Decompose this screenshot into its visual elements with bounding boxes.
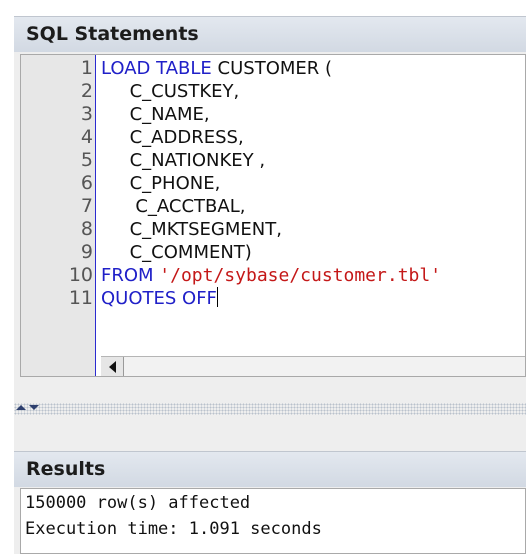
sql-keyword: FROM — [101, 265, 160, 286]
sql-keyword: LOAD TABLE — [101, 58, 218, 79]
sql-identifier: C_NATIONKEY , — [101, 150, 266, 171]
sql-identifier: CUSTOMER ( — [217, 58, 333, 79]
line-number: 3 — [80, 103, 93, 125]
line-number: 5 — [80, 149, 93, 171]
results-output[interactable]: 150000 row(s) affected Execution time: 1… — [20, 488, 526, 554]
sql-identifier: C_COMMENT) — [101, 242, 252, 263]
line-number: 2 — [80, 80, 93, 102]
line-number: 4 — [80, 126, 93, 148]
line-number: 8 — [80, 218, 93, 240]
sql-identifier: C_ACCTBAL, — [101, 196, 246, 217]
code-line: 6 C_PHONE, — [21, 172, 525, 195]
results-header: Results — [14, 451, 526, 487]
sql-identifier: C_ADDRESS, — [101, 127, 244, 148]
line-number: 6 — [80, 172, 93, 194]
line-number: 10 — [68, 264, 93, 286]
sql-editor[interactable]: 1 LOAD TABLE CUSTOMER (2 C_CUSTKEY, 3 C_NA… — [20, 54, 526, 377]
code-line: 10 FROM '/opt/sybase/customer.tbl' — [21, 264, 525, 287]
horizontal-scrollbar[interactable] — [101, 356, 525, 376]
code-line: 4 C_ADDRESS, — [21, 126, 525, 149]
code-line: 3 C_NAME, — [21, 103, 525, 126]
sql-identifier: C_MKTSEGMENT, — [101, 219, 282, 240]
line-number: 11 — [68, 287, 93, 309]
sql-statements-header: SQL Statements — [14, 16, 526, 52]
code-line: 8 C_MKTSEGMENT, — [21, 218, 525, 241]
sql-identifier: C_PHONE, — [101, 173, 221, 194]
query-window: SQL Statements 1 LOAD TABLE CUSTOMER (2 C… — [14, 16, 526, 554]
code-text: C_CUSTKEY, — [101, 80, 240, 103]
code-text: C_COMMENT) — [101, 241, 252, 264]
code-text: C_NAME, — [101, 103, 210, 126]
code-text: FROM '/opt/sybase/customer.tbl' — [101, 264, 441, 287]
sql-identifier: C_CUSTKEY, — [101, 81, 240, 102]
line-number: 1 — [80, 57, 93, 79]
arrow-left-icon — [108, 360, 116, 373]
expand-down-icon[interactable] — [29, 405, 39, 410]
expand-up-icon[interactable] — [16, 405, 26, 410]
code-text: C_ADDRESS, — [101, 126, 244, 149]
code-text: C_ACCTBAL, — [101, 195, 245, 218]
code-line: 2 C_CUSTKEY, — [21, 80, 525, 103]
sql-keyword: QUOTES OFF — [101, 288, 217, 309]
results-line: Execution time: 1.091 seconds — [25, 519, 322, 539]
line-number: 7 — [80, 195, 93, 217]
split-pane-divider[interactable] — [14, 403, 526, 415]
code-text: C_PHONE, — [101, 172, 221, 195]
sql-statements-title: SQL Statements — [26, 23, 199, 45]
code-line: 5 C_NATIONKEY , — [21, 149, 525, 172]
results-line: 150000 row(s) affected — [25, 493, 251, 513]
code-text: C_MKTSEGMENT, — [101, 218, 282, 241]
line-number: 9 — [80, 241, 93, 263]
results-title: Results — [26, 458, 106, 480]
text-caret — [216, 287, 218, 307]
sql-string: '/opt/sybase/customer.tbl' — [159, 265, 442, 286]
code-text: C_NATIONKEY , — [101, 149, 266, 172]
scroll-left-button[interactable] — [101, 357, 124, 376]
code-line: 1 LOAD TABLE CUSTOMER ( — [21, 57, 525, 80]
code-line: 11 QUOTES OFF — [21, 287, 525, 310]
code-text: LOAD TABLE CUSTOMER ( — [101, 57, 332, 80]
code-line: 7 C_ACCTBAL, — [21, 195, 525, 218]
code-line: 9 C_COMMENT) — [21, 241, 525, 264]
code-text: QUOTES OFF — [101, 287, 218, 310]
sql-identifier: C_NAME, — [101, 104, 210, 125]
